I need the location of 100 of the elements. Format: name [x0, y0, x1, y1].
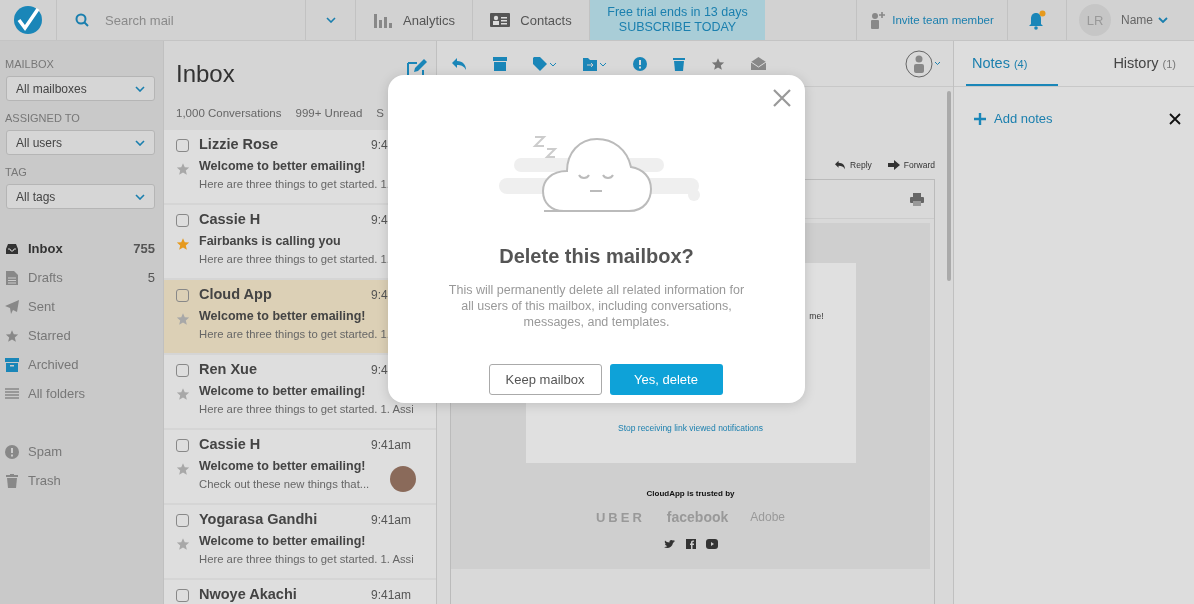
cancel-button[interactable]: Keep mailbox [488, 364, 602, 395]
email-time: 9:4 [371, 138, 388, 152]
checkbox[interactable] [176, 589, 189, 602]
filter-label: ASSIGNED TO [5, 112, 81, 124]
folder-item[interactable]: All folders [5, 379, 155, 408]
filter-label: TAG [5, 166, 28, 178]
sender-name: Ren Xue [199, 361, 258, 377]
checkbox[interactable] [176, 439, 189, 452]
inbox-stat: S [376, 107, 384, 119]
star-icon[interactable] [711, 56, 725, 71]
tag-icon[interactable] [533, 56, 557, 71]
bar-chart-icon [373, 12, 393, 28]
folder-item[interactable]: Trash [5, 466, 155, 495]
archive-box-icon[interactable] [493, 56, 507, 71]
email-subject: Welcome to better emailing! [199, 159, 367, 173]
filter-dropdown[interactable]: All mailboxes [6, 76, 155, 101]
conversation-row[interactable]: Cassie H 9:41am Welcome to better emailing! Check out these new things that... [164, 430, 436, 503]
folder-item[interactable]: Sent [5, 292, 155, 321]
caret-icon [135, 193, 145, 200]
email-subject: Fairbanks is calling you [199, 234, 342, 248]
star-icon[interactable] [176, 237, 190, 251]
close-icon[interactable] [1169, 112, 1181, 125]
inbox-tray-icon [5, 242, 19, 255]
user-menu-button[interactable]: Name [1121, 13, 1168, 27]
person-avatar-icon[interactable] [905, 48, 941, 79]
sender-name: Cloud App [199, 286, 273, 302]
trash-icon [5, 473, 19, 488]
folder-item[interactable]: Inbox 755 [5, 234, 155, 263]
email-time: 9:41am [371, 438, 412, 452]
notification-bell-icon[interactable] [1027, 10, 1047, 30]
conversation-row[interactable]: Nwoye Akachi 9:41am [164, 580, 436, 604]
paper-plane-icon [5, 299, 19, 314]
email-text-fragment: me! [809, 311, 824, 321]
email-time: 9:4 [371, 213, 388, 227]
reply-arrow-icon[interactable] [451, 56, 467, 71]
folder-item[interactable]: Archived [5, 350, 155, 379]
star-icon [5, 328, 19, 343]
email-subject: Welcome to better emailing! [199, 384, 367, 398]
filter-dropdown[interactable]: All users [6, 130, 155, 155]
trash-icon[interactable] [673, 56, 685, 71]
checkmark-logo-icon[interactable] [13, 5, 43, 35]
nav-tab[interactable]: Analytics [356, 0, 473, 40]
filter-label: MAILBOX [5, 58, 55, 70]
dialog-message: This will permanently delete all related information for all users of this mailbox, including conversations, messages, and templates. [447, 282, 746, 330]
folder-item[interactable]: Spam [5, 437, 155, 466]
star-icon[interactable] [176, 312, 190, 326]
trial-banner-link[interactable]: Free trial ends in 13 days SUBSCRIBE TODAY [590, 0, 765, 40]
dialog-title: Delete this mailbox? [499, 245, 694, 268]
star-icon[interactable] [176, 462, 190, 476]
conversation-row[interactable]: Yogarasa Gandhi 9:41am Welcome to better emailing! Here are three things to get started. 1. Assi [164, 505, 436, 578]
add-notes-button[interactable]: Add notes [974, 111, 1053, 126]
star-icon[interactable] [176, 387, 190, 401]
inbox-heading: Inbox [176, 60, 235, 88]
folder-item[interactable]: Starred [5, 321, 155, 350]
email-time: 9:4 [371, 288, 388, 302]
email-preview: Here are three things to get started. 1. Assi [199, 403, 415, 415]
square-f-icon[interactable] [685, 539, 696, 549]
contact-card-icon [490, 12, 511, 28]
checkbox[interactable] [176, 364, 189, 377]
sender-name: Cassie H [199, 436, 262, 452]
play-button-icon[interactable] [705, 539, 718, 549]
email-action-button[interactable]: Reply [834, 155, 872, 175]
envelope-icon[interactable] [751, 57, 766, 70]
exclamation-icon[interactable] [633, 56, 647, 71]
right-arrow-icon [887, 160, 900, 170]
checkbox[interactable] [176, 214, 189, 227]
filter-dropdown[interactable]: All tags [6, 184, 155, 209]
reply-arrow-icon [834, 160, 847, 170]
bird-icon[interactable] [663, 539, 676, 549]
search-field[interactable]: Search mail [103, 11, 277, 29]
add-person-icon [870, 11, 887, 29]
plus-icon [974, 112, 986, 125]
email-action-button[interactable]: Forward [887, 155, 935, 175]
trusted-by-text: CloudApp is trusted by [646, 489, 735, 498]
email-time: 9:41am [371, 513, 412, 527]
caret-icon [325, 17, 336, 23]
sender-name: Lizzie Rose [199, 136, 279, 152]
printer-icon[interactable] [910, 192, 924, 206]
caret-icon [1158, 17, 1168, 23]
checkbox[interactable] [176, 289, 189, 302]
checkbox[interactable] [176, 139, 189, 152]
sender-name: Yogarasa Gandhi [199, 511, 319, 527]
email-subject: Welcome to better emailing! [199, 309, 367, 323]
star-icon[interactable] [176, 537, 190, 551]
confirm-button[interactable]: Yes, delete [609, 364, 723, 395]
search-icon [75, 13, 89, 27]
exclamation-icon [5, 444, 19, 459]
panel-tab[interactable]: Notes (4) [966, 41, 1058, 86]
panel-tab[interactable]: History (1) [1107, 41, 1182, 86]
folder-item[interactable]: Drafts 5 [5, 263, 155, 292]
checkbox[interactable] [176, 514, 189, 527]
unsubscribe-link[interactable]: Stop receiving link viewed notifications [617, 423, 764, 433]
caret-icon [135, 85, 145, 92]
folder-arrow-icon[interactable] [583, 56, 607, 71]
invite-team-member-button[interactable]: Invite team member [856, 0, 1008, 40]
caret-icon [135, 139, 145, 146]
sender-name: Nwoye Akachi [199, 586, 298, 602]
star-icon[interactable] [176, 162, 190, 176]
email-preview: Check out these new things that... [199, 478, 371, 490]
email-time: 9:41am [371, 588, 412, 602]
